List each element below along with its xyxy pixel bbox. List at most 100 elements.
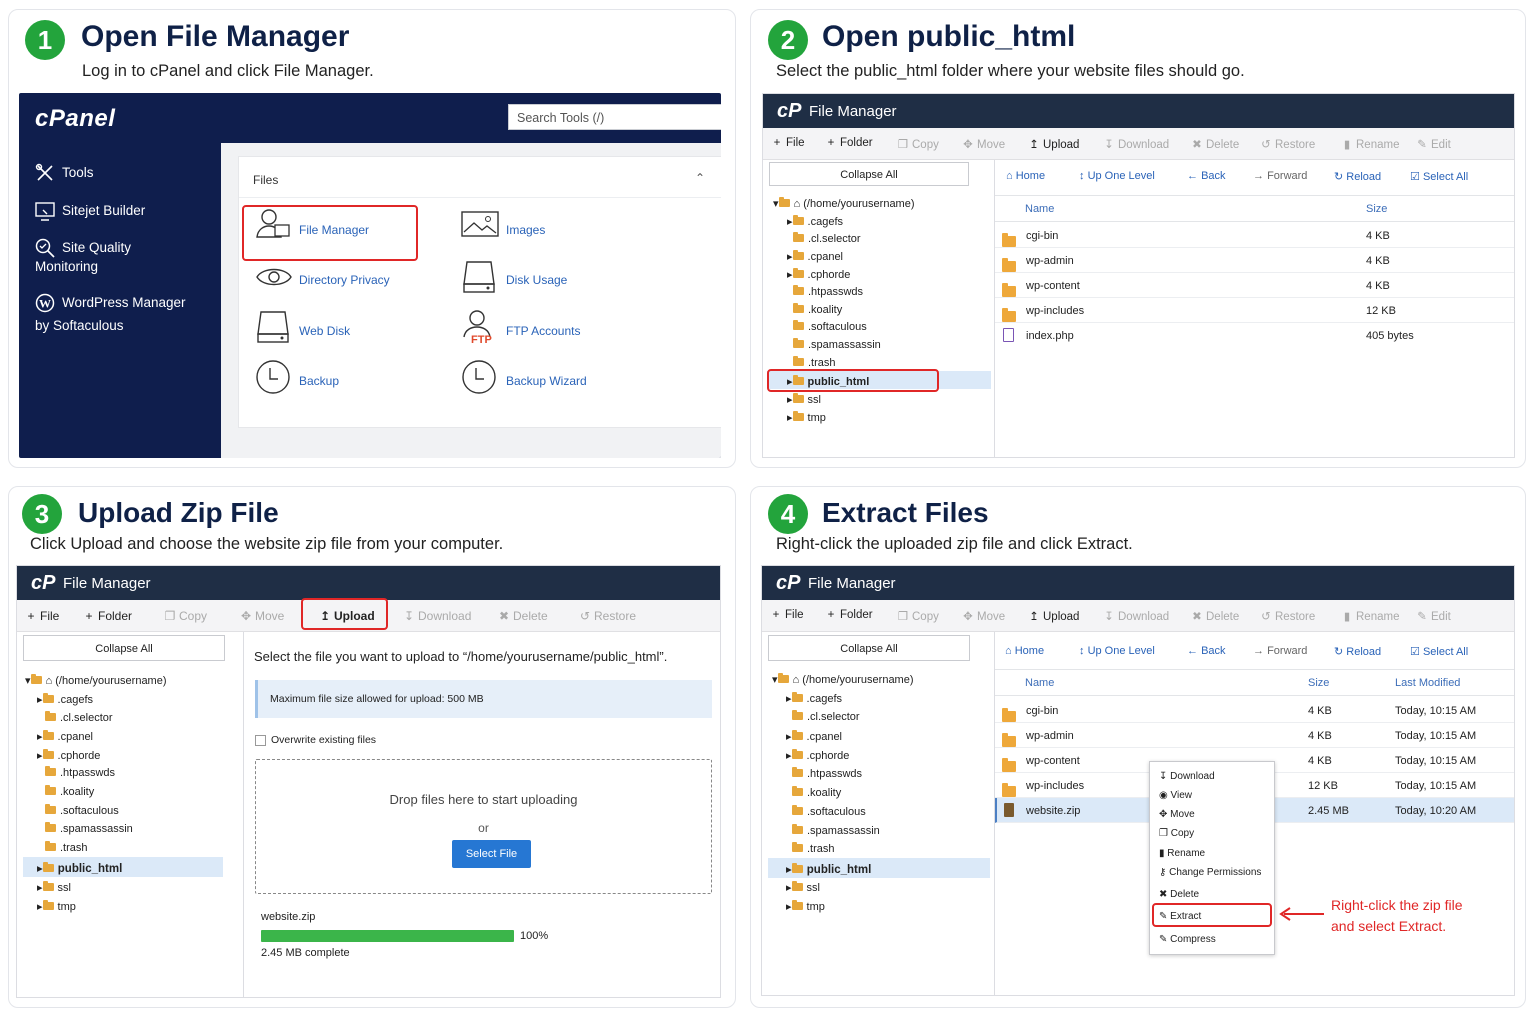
tree-item[interactable]: .cl.selector [793,232,861,245]
tree-root[interactable]: ▾ ⌂ (/home/yourusername) [772,673,914,686]
forward-button[interactable]: → Forward [1253,645,1307,657]
chevron-up-icon[interactable]: ⌃ [695,171,705,185]
ftp-accounts-link[interactable]: FTP FTP Accounts [461,309,631,349]
column-size[interactable]: Size [1308,677,1329,689]
collapse-all-button[interactable]: Collapse All [769,162,969,186]
table-row[interactable]: wp-includes 12 KB [995,298,1514,323]
reload-button[interactable]: ↻ Reload [1334,170,1381,183]
rename-button[interactable]: ▮ Rename [1341,609,1400,623]
tree-item[interactable]: .spamassassin [792,824,880,837]
tree-item[interactable]: .cl.selector [45,711,113,724]
column-size[interactable]: Size [1366,203,1387,215]
sidebar-item-sitejet[interactable]: Sitejet Builder [35,201,215,223]
restore-button[interactable]: ↺ Restore [1260,609,1315,623]
tree-root[interactable]: ▾ ⌂ (/home/yourusername) [25,674,167,687]
ctx-compress[interactable]: ✎ Compress [1159,934,1216,945]
tree-item[interactable]: ▸ .cphorde [787,268,850,281]
rename-button[interactable]: ▮ Rename [1341,137,1400,151]
tree-item[interactable]: .spamassassin [45,822,133,835]
images-link[interactable]: Images [461,203,631,243]
restore-button[interactable]: ↺ Restore [1260,137,1315,151]
new-folder-button[interactable]: + Folder [83,609,132,623]
download-button[interactable]: ↧ Download [1103,609,1169,623]
table-row[interactable]: index.php 405 bytes [995,323,1514,348]
tree-item[interactable]: ▸ .cpanel [787,250,843,263]
tree-item[interactable]: .trash [792,842,835,855]
table-row[interactable]: cgi-bin 4 KB Today, 10:15 AM [995,698,1514,723]
tree-item[interactable]: ▸ .cagefs [787,215,843,228]
ctx-change-permissions[interactable]: ⚷ Change Permissions [1159,867,1261,878]
tree-item[interactable]: .koality [793,303,842,316]
back-button[interactable]: ← Back [1187,645,1226,657]
new-file-button[interactable]: + File [770,609,804,621]
tree-root[interactable]: ▾ ⌂ (/home/yourusername) [773,197,915,210]
new-folder-button[interactable]: + Folder [825,137,873,149]
ctx-copy[interactable]: ❐ Copy [1159,828,1194,839]
tree-item[interactable]: ▸ .cagefs [786,692,842,705]
edit-button[interactable]: ✎ Edit [1416,609,1451,623]
home-button[interactable]: ⌂ Home [1005,645,1044,657]
ctx-delete[interactable]: ✖ Delete [1159,889,1199,900]
tree-item[interactable]: ▸ .cagefs [37,693,93,706]
tree-item-public-html[interactable]: ▸ public_html [786,862,871,876]
delete-button[interactable]: ✖ Delete [498,609,548,623]
upload-button[interactable]: ↥ Upload [1028,609,1079,623]
tree-item[interactable]: ▸ tmp [37,900,76,913]
up-one-level-button[interactable]: ↕ Up One Level [1079,645,1155,657]
ctx-rename[interactable]: ▮ Rename [1159,848,1205,859]
tree-item[interactable]: ▸ ssl [786,881,820,894]
tree-item[interactable]: .htpasswds [45,766,115,779]
table-row[interactable]: wp-admin 4 KB Today, 10:15 AM [995,723,1514,748]
tree-item[interactable]: ▸ .cpanel [786,730,842,743]
copy-button[interactable]: ❐ Copy [897,609,939,623]
search-tools-input[interactable]: Search Tools (/) [508,104,721,130]
new-folder-button[interactable]: + Folder [825,609,873,621]
tree-item[interactable]: .softaculous [792,805,866,818]
overwrite-checkbox[interactable] [255,735,266,746]
table-row[interactable]: cgi-bin 4 KB [995,223,1514,248]
tree-item[interactable]: ▸ .cphorde [786,749,849,762]
tree-item[interactable]: .spamassassin [793,338,881,351]
table-row[interactable]: wp-admin 4 KB [995,248,1514,273]
directory-privacy-link[interactable]: Directory Privacy [255,259,445,299]
reload-button[interactable]: ↻ Reload [1334,645,1381,658]
collapse-all-button[interactable]: Collapse All [768,635,970,661]
tree-item[interactable]: ▸ ssl [787,393,821,406]
select-file-button[interactable]: Select File [452,840,531,868]
column-name[interactable]: Name [1025,203,1054,215]
tree-item[interactable]: ▸ ssl [37,881,71,894]
move-button[interactable]: ✥ Move [962,609,1005,623]
drop-zone[interactable]: Drop files here to start uploading or Se… [255,759,712,894]
tree-item[interactable]: .softaculous [793,320,867,333]
tree-item[interactable]: .htpasswds [793,285,863,298]
up-one-level-button[interactable]: ↕ Up One Level [1079,170,1155,182]
tree-item[interactable]: .koality [792,786,841,799]
tree-item[interactable]: .trash [793,356,836,369]
select-all-button[interactable]: ☑ Select All [1410,645,1468,658]
move-button[interactable]: ✥ Move [962,137,1005,151]
tree-item[interactable]: ▸ tmp [786,900,825,913]
column-modified[interactable]: Last Modified [1395,677,1460,689]
edit-button[interactable]: ✎ Edit [1416,137,1451,151]
tree-item[interactable]: .htpasswds [792,767,862,780]
select-all-button[interactable]: ☑ Select All [1410,170,1468,183]
delete-button[interactable]: ✖ Delete [1191,609,1239,623]
upload-button[interactable]: ↥ Upload [1028,137,1079,151]
backup-link[interactable]: Backup [255,359,425,399]
back-button[interactable]: ← Back [1187,170,1226,182]
new-file-button[interactable]: + File [25,609,59,623]
disk-usage-link[interactable]: Disk Usage [461,259,631,299]
copy-button[interactable]: ❐ Copy [897,137,939,151]
tree-item[interactable]: .koality [45,785,94,798]
web-disk-link[interactable]: Web Disk [255,309,425,349]
column-name[interactable]: Name [1025,677,1054,689]
home-button[interactable]: ⌂ Home [1006,170,1045,182]
tree-item[interactable]: .cl.selector [792,710,860,723]
move-button[interactable]: ✥ Move [240,609,284,623]
table-row[interactable]: wp-content 4 KB [995,273,1514,298]
download-button[interactable]: ↧ Download [403,609,471,623]
copy-button[interactable]: ❐ Copy [164,609,207,623]
tree-item-public-html[interactable]: ▸ public_html [37,861,122,875]
download-button[interactable]: ↧ Download [1103,137,1169,151]
collapse-all-button[interactable]: Collapse All [23,635,225,661]
